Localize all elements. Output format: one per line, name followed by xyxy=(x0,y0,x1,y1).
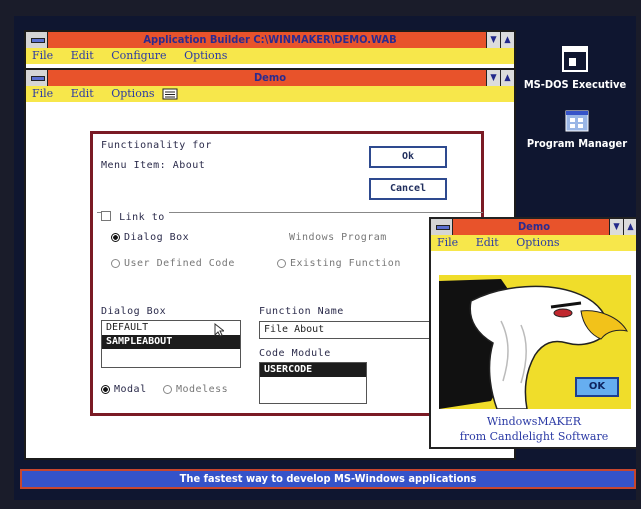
menu-file[interactable]: File xyxy=(32,49,53,62)
radio-user-defined-code-label: User Defined Code xyxy=(124,258,235,269)
tagline-banner: The fastest way to develop MS-Windows ap… xyxy=(20,469,636,489)
dialog-box-heading: Dialog Box xyxy=(101,306,167,317)
popup-caption-line1: WindowsMAKER xyxy=(486,415,582,428)
demo-system-menu-icon[interactable] xyxy=(26,70,48,86)
demo-menu-edit[interactable]: Edit xyxy=(71,87,94,100)
radio-windows-program[interactable]: Windows Program xyxy=(289,232,387,243)
popup-ok-button[interactable]: OK xyxy=(575,377,619,397)
link-to-label: Link to xyxy=(119,212,165,223)
radio-modal-icon[interactable] xyxy=(101,384,110,394)
radio-existing-function[interactable]: Existing Function xyxy=(277,258,401,269)
desktop-screen: Application Builder C:\WINMAKER\DEMO.WAB… xyxy=(14,16,636,500)
app-builder-minimize-icon[interactable]: ▼ xyxy=(486,32,500,48)
radio-user-defined-code-icon[interactable] xyxy=(111,258,120,268)
demo-title: Demo xyxy=(253,71,287,84)
demo-menu-file[interactable]: File xyxy=(32,87,53,100)
demo-titlebar[interactable]: Demo ▼ ▲ xyxy=(26,70,514,86)
menu-list-icon[interactable] xyxy=(162,88,178,100)
radio-modal-label: Modal xyxy=(114,384,147,395)
popup-menu-file[interactable]: File xyxy=(437,236,458,249)
code-module-listbox[interactable]: USERCODE xyxy=(259,362,367,404)
radio-modeless-label: Modeless xyxy=(176,384,229,395)
program-manager-label: Program Manager xyxy=(526,137,628,150)
dialog-box-listbox[interactable]: DEFAULT SAMPLEABOUT xyxy=(101,320,241,368)
demo-popup-maximize-icon[interactable]: ▲ xyxy=(623,219,636,235)
menu-edit[interactable]: Edit xyxy=(71,49,94,62)
link-to-checkbox[interactable]: Link to xyxy=(101,205,169,224)
demo-menubar: File Edit Options xyxy=(26,86,514,102)
radio-modal[interactable]: Modal xyxy=(101,384,147,395)
popup-caption-line2: from Candlelight Software xyxy=(459,430,609,443)
msdos-executive-label: MS-DOS Executive xyxy=(523,78,627,91)
radio-modeless-icon[interactable] xyxy=(163,384,172,394)
menu-configure[interactable]: Configure xyxy=(111,49,166,62)
app-builder-system-menu-icon[interactable] xyxy=(26,32,48,48)
code-module-selected[interactable]: USERCODE xyxy=(260,363,366,377)
code-module-heading: Code Module xyxy=(259,348,331,359)
app-builder-titlebar[interactable]: Application Builder C:\WINMAKER\DEMO.WAB… xyxy=(26,32,514,48)
radio-dialog-box[interactable]: Dialog Box xyxy=(111,232,189,243)
menu-options[interactable]: Options xyxy=(184,49,227,62)
msdos-executive-icon[interactable]: MS-DOS Executive xyxy=(514,44,636,91)
radio-windows-program-label: Windows Program xyxy=(289,232,387,243)
program-manager-icon[interactable]: Program Manager xyxy=(519,106,635,150)
cancel-button[interactable]: Cancel xyxy=(369,178,447,200)
program-manager-window-icon xyxy=(565,110,589,132)
app-builder-title: Application Builder C:\WINMAKER\DEMO.WAB xyxy=(143,33,397,46)
demo-maximize-icon[interactable]: ▲ xyxy=(500,70,514,86)
app-builder-menubar: File Edit Configure Options xyxy=(26,48,514,64)
mouse-cursor-icon xyxy=(214,323,224,337)
msdos-window-icon xyxy=(562,46,588,72)
list-item-selected[interactable]: SAMPLEABOUT xyxy=(102,335,240,349)
app-builder-maximize-icon[interactable]: ▲ xyxy=(500,32,514,48)
demo-popup-minimize-icon[interactable]: ▼ xyxy=(609,219,623,235)
demo-popup-system-menu-icon[interactable] xyxy=(431,219,453,235)
ok-button[interactable]: Ok xyxy=(369,146,447,168)
radio-modeless[interactable]: Modeless xyxy=(163,384,228,395)
radio-dialog-box-icon[interactable] xyxy=(111,232,120,242)
demo-popup-window: Demo ▼ ▲ File Edit Options OK WindowsMAK… xyxy=(429,217,636,449)
function-name-heading: Function Name xyxy=(259,306,344,317)
popup-menu-edit[interactable]: Edit xyxy=(476,236,499,249)
radio-existing-function-icon[interactable] xyxy=(277,258,286,268)
functionality-dialog: Functionality for Menu Item: About Ok Ca… xyxy=(90,131,484,416)
demo-popup-titlebar[interactable]: Demo ▼ ▲ xyxy=(431,219,636,235)
popup-menu-options[interactable]: Options xyxy=(516,236,559,249)
demo-menu-options[interactable]: Options xyxy=(111,87,154,100)
functionality-for-label: Functionality for xyxy=(101,140,212,151)
radio-existing-function-label: Existing Function xyxy=(290,258,401,269)
checkbox-icon[interactable] xyxy=(101,210,111,221)
demo-minimize-icon[interactable]: ▼ xyxy=(486,70,500,86)
demo-popup-menubar: File Edit Options xyxy=(431,235,636,251)
menu-item-label: Menu Item: About xyxy=(101,160,206,171)
demo-popup-title: Demo xyxy=(517,220,551,233)
radio-user-defined-code[interactable]: User Defined Code xyxy=(111,258,235,269)
radio-dialog-box-label: Dialog Box xyxy=(124,232,190,243)
function-name-input[interactable]: File About xyxy=(259,321,431,339)
